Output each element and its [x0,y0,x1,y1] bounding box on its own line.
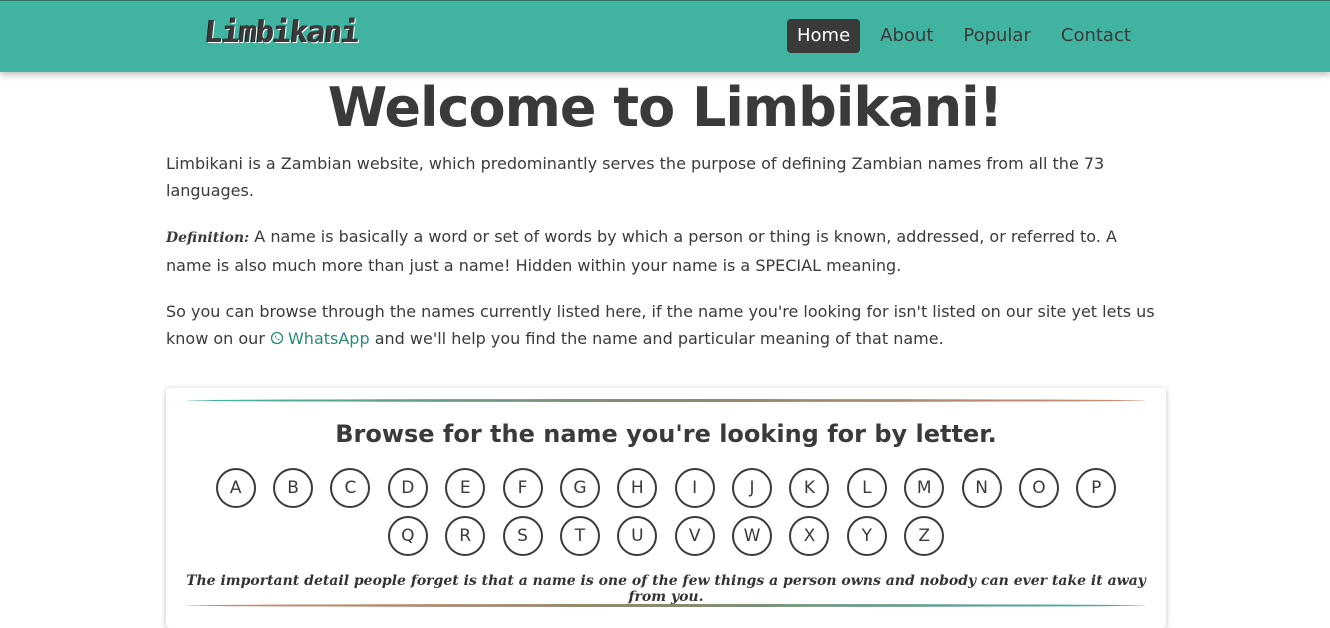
whatsapp-link[interactable]: WhatsApp [270,329,370,348]
intro-section: Limbikani is a Zambian website, which pr… [166,150,1166,371]
letter-button-i[interactable]: I [674,468,715,508]
letter-button-n[interactable]: N [961,468,1002,508]
nav-contact[interactable]: Contact [1051,19,1141,53]
letter-button-d[interactable]: D [387,468,428,508]
letter-button-m[interactable]: M [904,468,945,508]
letter-button-x[interactable]: X [789,516,830,556]
whatsapp-text-after: and we'll help you find the name and par… [369,329,944,348]
card-top-divider [186,399,1146,402]
letter-button-a[interactable]: A [215,468,256,508]
letter-button-u[interactable]: U [617,516,658,556]
letter-button-g[interactable]: G [559,468,600,508]
letter-button-c[interactable]: C [330,468,371,508]
browse-title: Browse for the name you're looking for b… [335,420,997,448]
site-logo[interactable]: Limbikani [203,15,360,51]
letter-button-h[interactable]: H [617,468,658,508]
browse-card: Browse for the name you're looking for b… [166,388,1166,628]
letter-button-p[interactable]: P [1076,468,1117,508]
name-quote: The important detail people forget is th… [186,573,1146,605]
letter-button-w[interactable]: W [732,516,773,556]
whatsapp-label: WhatsApp [287,329,370,348]
definition-text: A name is basically a word or set of wor… [166,227,1117,275]
page-title: Welcome to Limbikani! [327,76,1004,139]
nav-home[interactable]: Home [787,19,861,53]
letter-button-q[interactable]: Q [387,516,428,556]
letter-button-o[interactable]: O [1018,468,1059,508]
letter-button-f[interactable]: F [502,468,543,508]
nav-popular[interactable]: Popular [953,19,1041,53]
intro-paragraph: Limbikani is a Zambian website, which pr… [166,154,1105,200]
letter-button-r[interactable]: R [445,516,486,556]
letter-button-s[interactable]: S [502,516,543,556]
letter-button-t[interactable]: T [559,516,600,556]
letter-button-e[interactable]: E [445,468,486,508]
whatsapp-icon [270,331,284,345]
whatsapp-paragraph: So you can browse through the names curr… [166,298,1166,352]
letter-button-k[interactable]: K [789,468,830,508]
letter-buttons: ABCDEFGHIJKLMNOP QRSTUVWXYZ [192,468,1140,564]
letter-button-b[interactable]: B [273,468,314,508]
letter-button-v[interactable]: V [674,516,715,556]
letter-button-j[interactable]: J [732,468,773,508]
definition-paragraph: Definition: A name is basically a word o… [166,223,1166,279]
letter-button-l[interactable]: L [846,468,887,508]
definition-label: Definition: [166,230,250,246]
nav-about[interactable]: About [870,19,943,53]
letter-button-z[interactable]: Z [904,516,945,556]
card-bottom-divider [186,604,1146,607]
letter-button-y[interactable]: Y [846,516,887,556]
nav-links: Home About Popular Contact [787,19,1151,53]
top-navbar: Limbikani Home About Popular Contact [0,0,1330,72]
